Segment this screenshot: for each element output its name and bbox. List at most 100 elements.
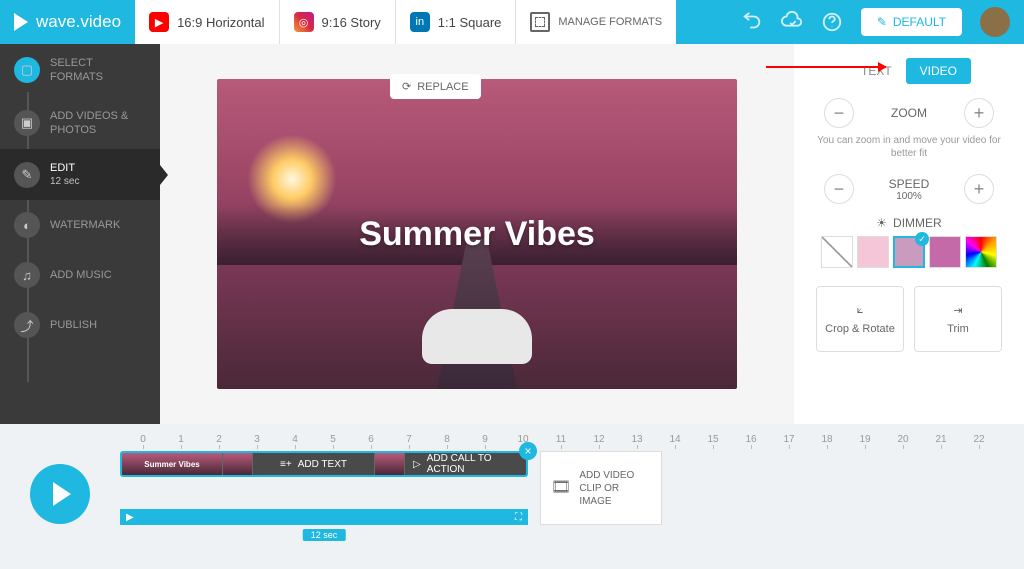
clip-duration: 12 sec <box>303 529 346 541</box>
right-panel: TEXT VIDEO − ZOOM + You can zoom in and … <box>794 44 1024 424</box>
sidebar: ▢ SELECT FORMATS ▣ ADD VIDEOS & PHOTOS ✎… <box>0 44 160 424</box>
clip-placeholder-1 <box>222 453 252 475</box>
add-text-button[interactable]: ≡+ADD TEXT <box>252 453 374 475</box>
format-tab-story[interactable]: ◎ 9:16 Story <box>280 0 396 44</box>
clip-close-button[interactable]: × <box>519 442 537 460</box>
timeline-track: × Summer Vibes ≡+ADD TEXT ▷ADD CALL TO A… <box>120 451 1024 525</box>
cta-icon: ▷ <box>413 459 421 470</box>
swatch-magenta[interactable] <box>929 236 961 268</box>
ruler-tick: 7 <box>390 434 428 445</box>
clip-footer: ▶ 12 sec ⛶ <box>120 509 528 525</box>
brightness-icon: ☀ <box>876 216 887 230</box>
sidebar-item-add-music[interactable]: ♫ ADD MUSIC <box>0 250 160 300</box>
speed-up-button[interactable]: + <box>964 174 994 204</box>
share-icon: ⤴ <box>14 312 40 338</box>
ruler-tick: 13 <box>618 434 656 445</box>
avatar[interactable] <box>980 7 1010 37</box>
logo-text: wave.video <box>36 12 121 32</box>
tab-text[interactable]: TEXT <box>847 58 906 84</box>
ruler-tick: 19 <box>846 434 884 445</box>
ruler-tick: 9 <box>466 434 504 445</box>
logo[interactable]: wave.video <box>0 12 135 32</box>
formats-icon: ▢ <box>14 57 40 83</box>
speed-control: − SPEED100% + <box>824 174 994 204</box>
undo-icon[interactable] <box>741 11 763 33</box>
speed-down-button[interactable]: − <box>824 174 854 204</box>
watermark-icon: ◐ <box>14 212 40 238</box>
ruler-tick: 15 <box>694 434 732 445</box>
cloud-save-icon[interactable] <box>781 11 803 33</box>
ruler-tick: 22 <box>960 434 998 445</box>
ruler-tick: 8 <box>428 434 466 445</box>
music-icon: ♫ <box>14 262 40 288</box>
timeline-ruler: 012345678910111213141516171819202122 <box>120 434 1024 445</box>
play-small-icon[interactable]: ▶ <box>126 512 134 523</box>
ruler-tick: 1 <box>162 434 200 445</box>
crop-icon: ⟀ <box>857 304 864 317</box>
ruler-tick: 17 <box>770 434 808 445</box>
default-button[interactable]: ✎ DEFAULT <box>861 8 962 36</box>
ruler-tick: 21 <box>922 434 960 445</box>
scene-car <box>422 309 532 364</box>
ruler-tick: 16 <box>732 434 770 445</box>
youtube-icon: ▶ <box>149 12 169 32</box>
ruler-tick: 18 <box>808 434 846 445</box>
text-icon: ≡+ <box>280 459 292 470</box>
canvas-area: ⟳ REPLACE Summer Vibes <box>160 44 794 424</box>
trim-icon: ⇥ <box>953 304 962 317</box>
annotation-arrow <box>766 66 886 68</box>
zoom-hint: You can zoom in and move your video for … <box>812 134 1006 160</box>
sidebar-item-select-formats[interactable]: ▢ SELECT FORMATS <box>0 44 160 97</box>
sidebar-item-publish[interactable]: ⤴ PUBLISH <box>0 300 160 350</box>
camera-icon: ▣ <box>14 110 40 136</box>
replace-button[interactable]: ⟳ REPLACE <box>390 74 481 99</box>
ruler-tick: 3 <box>238 434 276 445</box>
ruler-tick: 6 <box>352 434 390 445</box>
ruler-tick: 4 <box>276 434 314 445</box>
zoom-out-button[interactable]: − <box>824 98 854 128</box>
ruler-tick: 20 <box>884 434 922 445</box>
expand-icon[interactable]: ⛶ <box>515 512 522 523</box>
header-right: ✎ DEFAULT <box>741 7 1024 37</box>
add-clip-button[interactable]: 🎞 ADD VIDEO CLIP OR IMAGE <box>540 451 662 525</box>
ruler-tick: 14 <box>656 434 694 445</box>
clip-placeholder-2 <box>374 453 404 475</box>
logo-icon <box>14 13 28 31</box>
sidebar-item-edit[interactable]: ✎ EDIT12 sec <box>0 149 160 200</box>
speed-label: SPEED100% <box>884 177 934 202</box>
sidebar-item-watermark[interactable]: ◐ WATERMARK <box>0 200 160 250</box>
panel-tabs: TEXT VIDEO <box>847 58 971 84</box>
help-icon[interactable] <box>821 11 843 33</box>
zoom-in-button[interactable]: + <box>964 98 994 128</box>
swatch-none[interactable] <box>821 236 853 268</box>
canvas-title-text[interactable]: Summer Vibes <box>359 215 595 254</box>
dimmer-label: ☀DIMMER <box>876 216 941 230</box>
swatch-rainbow[interactable] <box>965 236 997 268</box>
format-tab-square[interactable]: in 1:1 Square <box>396 0 517 44</box>
main: ▢ SELECT FORMATS ▣ ADD VIDEOS & PHOTOS ✎… <box>0 44 1024 424</box>
refresh-icon: ⟳ <box>402 80 411 93</box>
manage-formats-button[interactable]: MANAGE FORMATS <box>516 0 676 44</box>
play-button[interactable] <box>30 464 90 524</box>
crop-rotate-button[interactable]: ⟀ Crop & Rotate <box>816 286 904 352</box>
zoom-control: − ZOOM + <box>824 98 994 128</box>
sidebar-item-add-videos[interactable]: ▣ ADD VIDEOS & PHOTOS <box>0 97 160 150</box>
ruler-tick: 0 <box>124 434 162 445</box>
header: wave.video ▶ 16:9 Horizontal ◎ 9:16 Stor… <box>0 0 1024 44</box>
swatch-purple[interactable] <box>893 236 925 268</box>
manage-icon <box>530 12 550 32</box>
trim-button[interactable]: ⇥ Trim <box>914 286 1002 352</box>
ruler-tick: 12 <box>580 434 618 445</box>
tab-video[interactable]: VIDEO <box>906 58 971 84</box>
zoom-label: ZOOM <box>884 106 934 120</box>
video-canvas[interactable]: Summer Vibes <box>217 79 737 389</box>
format-tab-horizontal[interactable]: ▶ 16:9 Horizontal <box>135 0 279 44</box>
video-clip[interactable]: Summer Vibes ≡+ADD TEXT ▷ADD CALL TO ACT… <box>120 451 528 477</box>
edit-icon: ✎ <box>14 162 40 188</box>
clip-thumbnail[interactable]: Summer Vibes <box>122 453 222 475</box>
ruler-tick: 5 <box>314 434 352 445</box>
clip-wrapper: × Summer Vibes ≡+ADD TEXT ▷ADD CALL TO A… <box>120 451 528 525</box>
swatch-pink-light[interactable] <box>857 236 889 268</box>
instagram-icon: ◎ <box>294 12 314 32</box>
add-cta-button[interactable]: ▷ADD CALL TO ACTION <box>404 453 526 475</box>
